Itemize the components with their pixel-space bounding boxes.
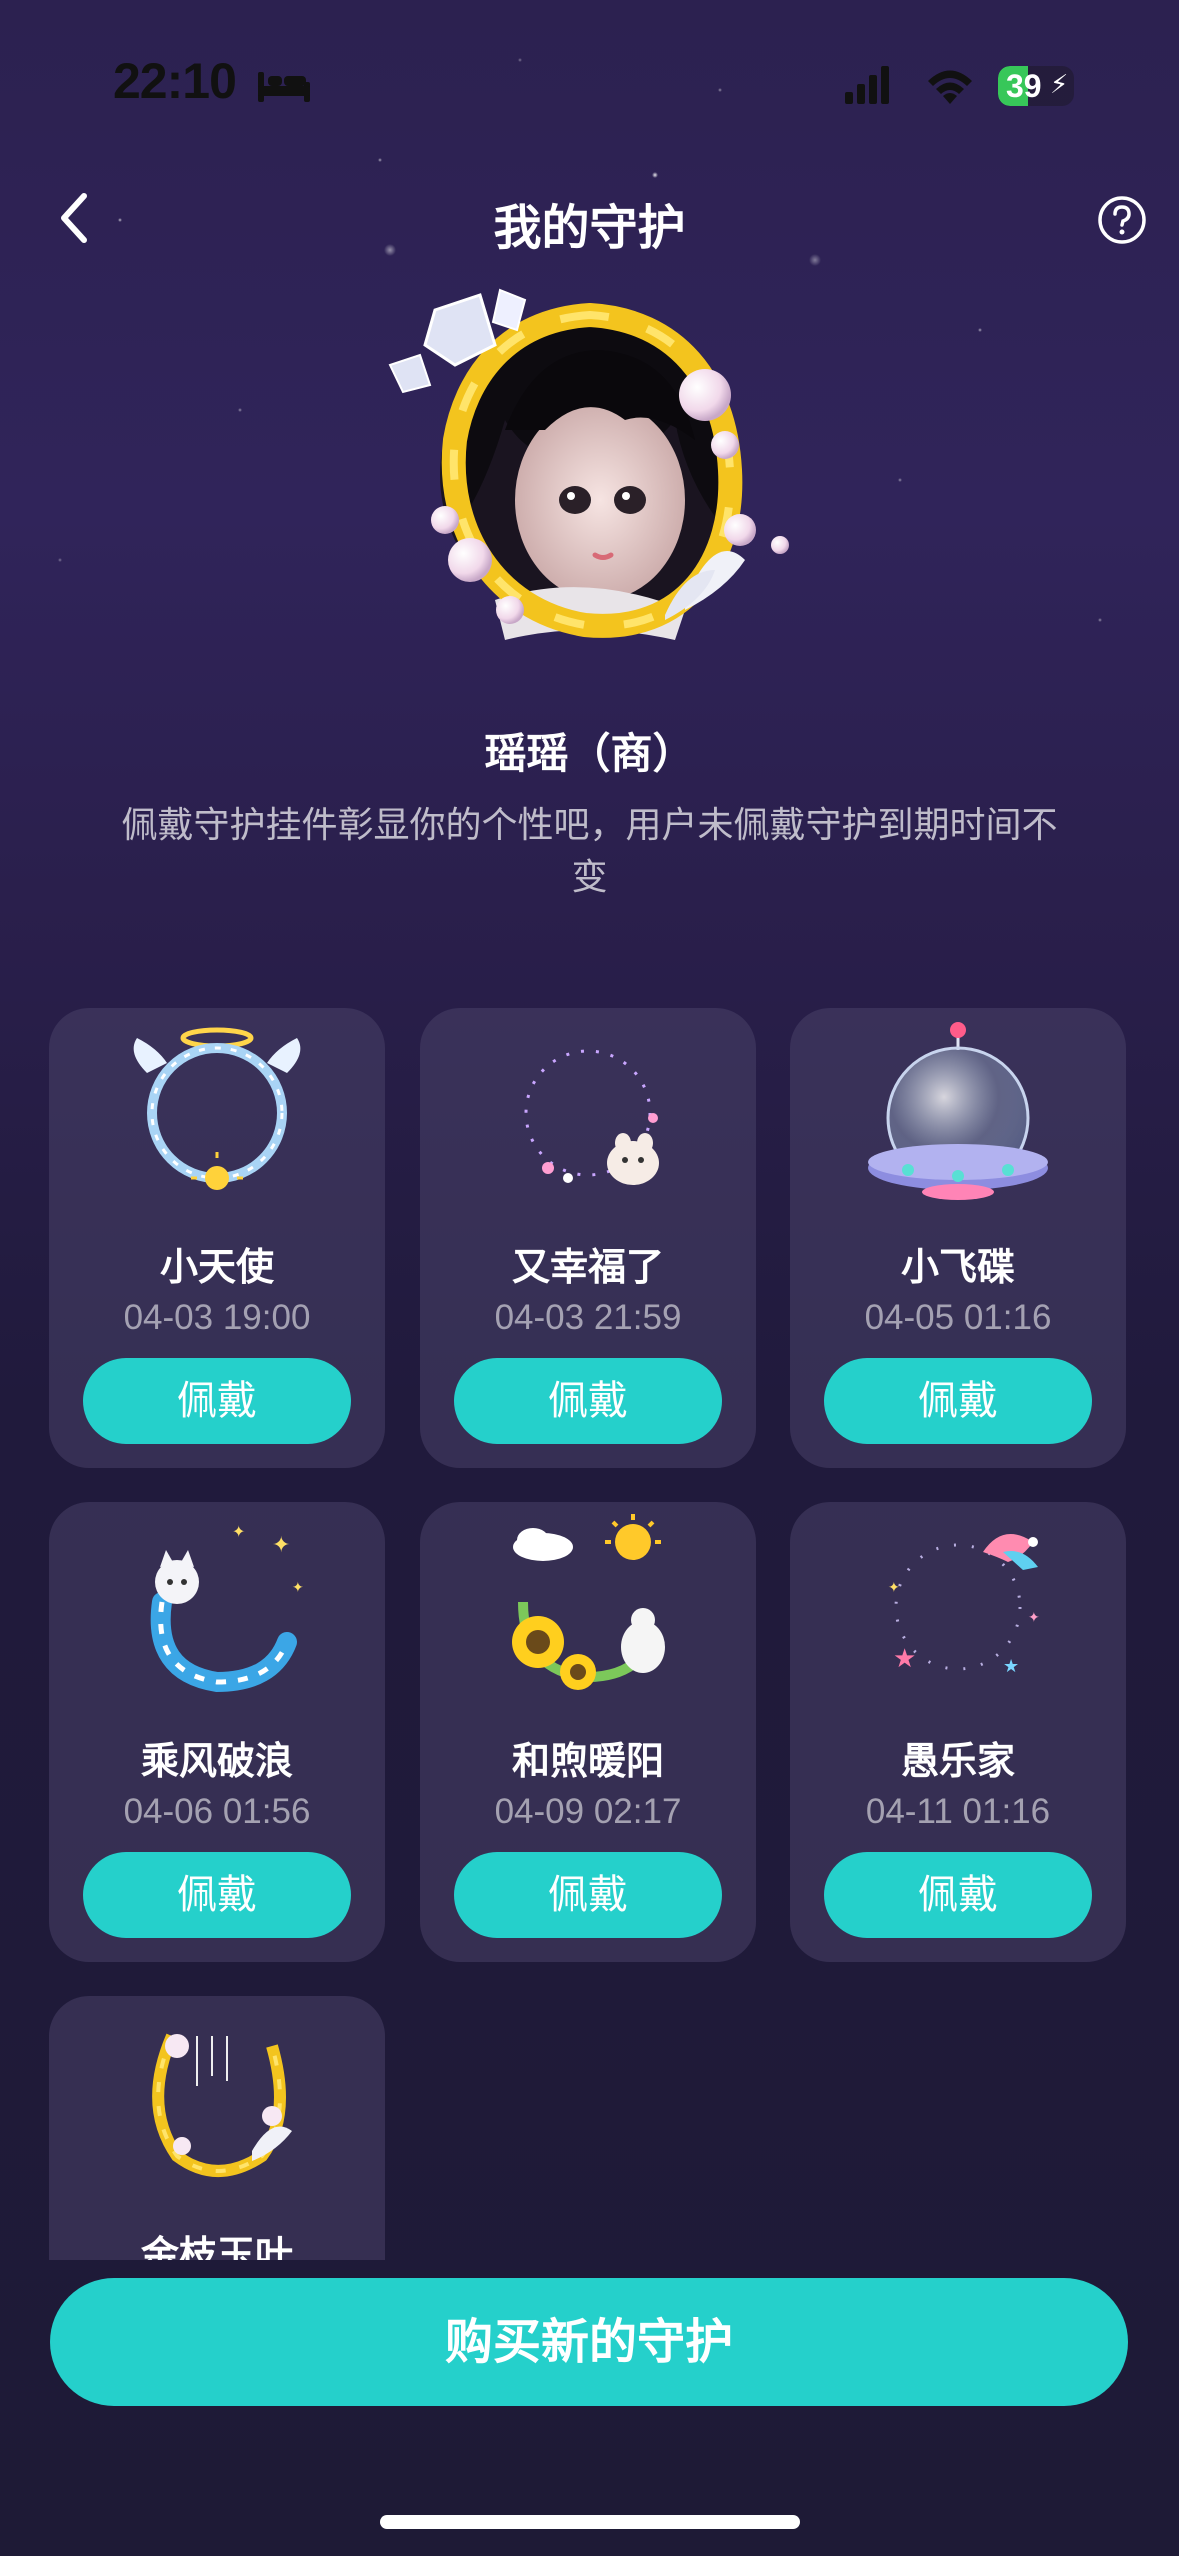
user-name: 瑶瑶（商） (484, 729, 695, 778)
battery-percent: 39 (1006, 68, 1042, 104)
ufo-frame-icon (868, 1022, 1048, 1200)
guard-name: 乘风破浪 (140, 1739, 293, 1783)
svg-text:✦: ✦ (888, 1580, 900, 1596)
avatar (388, 288, 789, 640)
help-button[interactable] (1096, 194, 1148, 246)
guard-card: 金枝玉叶 (49, 1996, 385, 2260)
battery-icon: 39 ⚡ (998, 66, 1074, 106)
signal-icon (845, 66, 889, 104)
guard-grid: 小天使 04-03 19:00 佩戴 又幸福了 04-03 21:59 佩戴 小… (0, 1000, 1179, 2260)
guard-expiry: 04-11 01:16 (865, 1792, 1051, 1831)
wifi-icon (928, 70, 972, 104)
guard-expiry: 04-05 01:16 (864, 1298, 1052, 1337)
buy-new-guard-button[interactable]: 购买新的守护 (50, 2278, 1128, 2406)
home-indicator (380, 2515, 800, 2529)
bed-icon (258, 72, 310, 102)
charging-bolt-icon: ⚡ (1050, 70, 1069, 100)
guard-card: ✦ ✦ ✦ 乘风破浪 04-06 01:56 佩戴 (49, 1502, 385, 1962)
guard-name: 小天使 (159, 1245, 274, 1289)
guard-name: 又幸福了 (511, 1245, 664, 1289)
description-text: 佩戴守护挂件彰显你的个性吧，用户未佩戴守护到期时间不变 (121, 805, 1058, 898)
guard-name: 愚乐家 (900, 1739, 1015, 1783)
jester-frame-icon: ★ ★ ✦ ✦ (888, 1534, 1040, 1677)
guard-card: 又幸福了 04-03 21:59 佩戴 (420, 1008, 756, 1468)
guard-card: 和煦暖阳 04-09 02:17 佩戴 (420, 1502, 756, 1962)
page-title: 我的守护 (493, 200, 686, 256)
wear-button[interactable]: 佩戴 (824, 1358, 1092, 1444)
status-bar: 22:10 39 ⚡ (0, 0, 1179, 150)
wear-button[interactable]: 佩戴 (83, 1358, 351, 1444)
guard-card: ★ ★ ✦ ✦ 愚乐家 04-11 01:16 佩戴 (790, 1502, 1126, 1962)
wear-button[interactable]: 佩戴 (454, 1358, 722, 1444)
guard-expiry: 04-06 01:56 (123, 1792, 311, 1831)
guard-expiry: 04-03 19:00 (123, 1298, 311, 1337)
golden-branch-frame-icon (152, 2033, 292, 2177)
guard-name: 金枝玉叶 (140, 2233, 293, 2260)
guard-name: 小飞碟 (900, 1245, 1015, 1289)
guard-expiry: 04-09 02:17 (494, 1792, 682, 1831)
sunflower-frame-icon (512, 1514, 665, 1690)
wear-button[interactable]: 佩戴 (454, 1852, 722, 1938)
angel-wings-frame-icon (133, 1027, 301, 1190)
wear-button[interactable]: 佩戴 (824, 1852, 1092, 1938)
wave-cat-frame-icon: ✦ ✦ ✦ (150, 1522, 304, 1693)
svg-text:✦: ✦ (232, 1522, 245, 1541)
svg-text:✦: ✦ (272, 1533, 290, 1558)
guard-card: 小天使 04-03 19:00 佩戴 (49, 1008, 385, 1468)
svg-text:★: ★ (1003, 1656, 1019, 1677)
guard-name: 和煦暖阳 (511, 1739, 664, 1783)
guard-expiry: 04-03 21:59 (494, 1298, 682, 1337)
happiness-frame-icon (524, 1049, 659, 1185)
svg-text:✦: ✦ (292, 1580, 304, 1596)
svg-text:★: ★ (893, 1644, 916, 1674)
svg-text:✦: ✦ (1028, 1610, 1040, 1626)
wear-button[interactable]: 佩戴 (83, 1852, 351, 1938)
status-time: 22:10 (113, 53, 237, 109)
guard-card: 小飞碟 04-05 01:16 佩戴 (790, 1008, 1126, 1468)
